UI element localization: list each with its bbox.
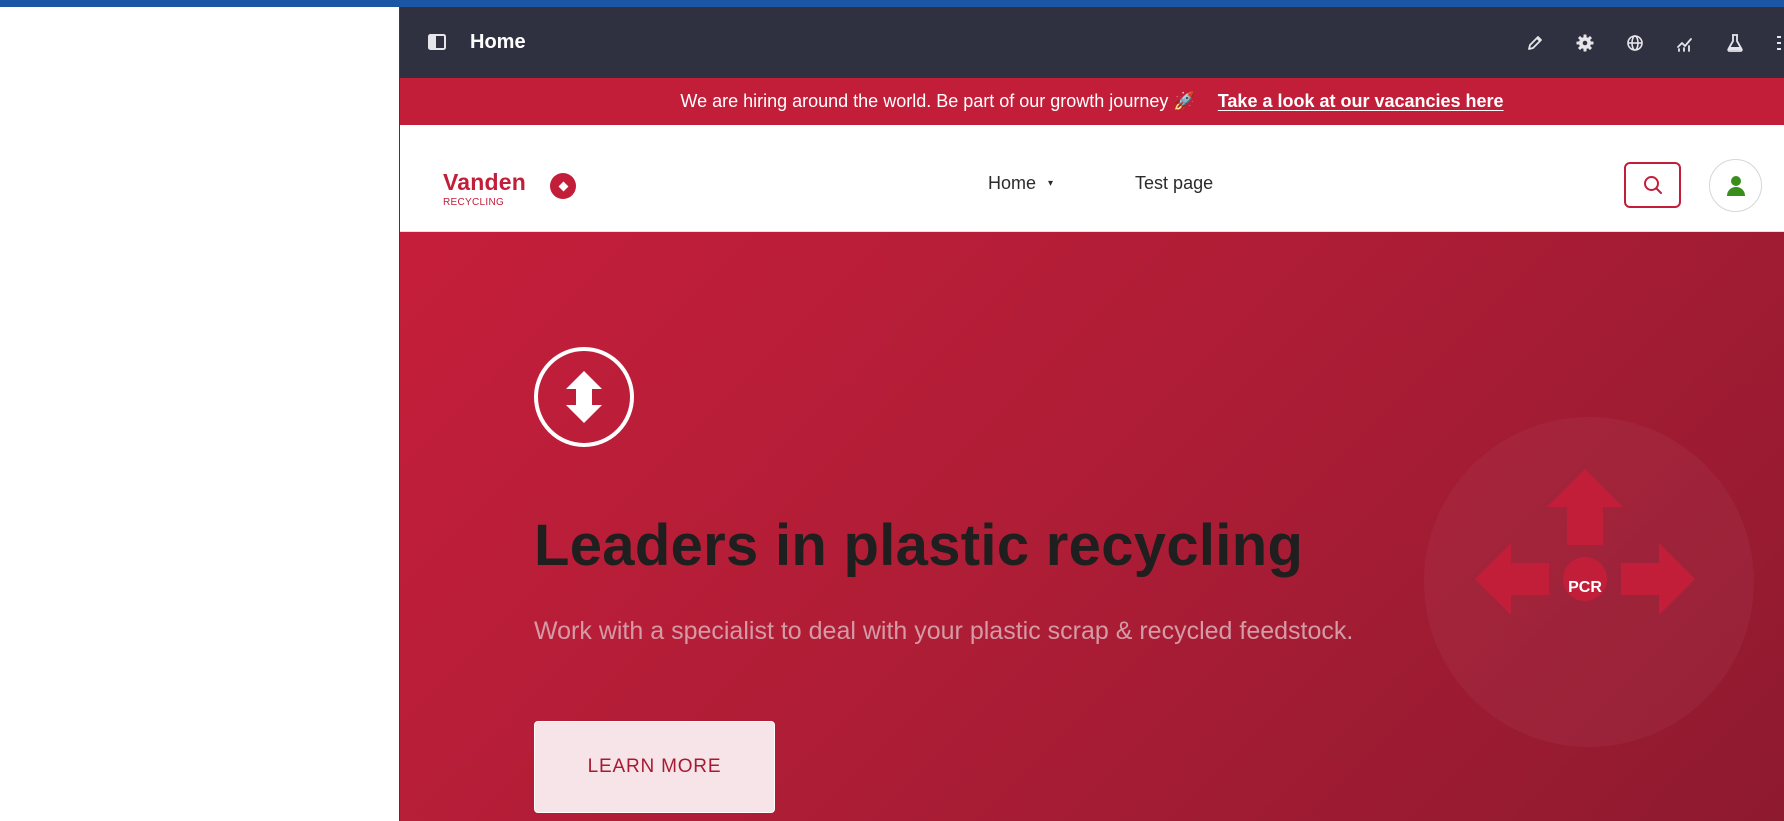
nav-item-home[interactable]: Home ▾	[988, 173, 1053, 194]
hero-subtitle: Work with a specialist to deal with your…	[534, 617, 1354, 645]
site-header: Vanden RECYCLING Home ▾ Test page	[400, 125, 1784, 232]
page-title: Home	[470, 31, 526, 53]
user-icon	[1726, 175, 1745, 196]
preview-app: Home We are hiring around the world. Be …	[400, 7, 1784, 821]
globe-icon[interactable]	[1624, 32, 1646, 54]
left-panel	[0, 7, 399, 821]
nav-item-test-page[interactable]: Test page	[1135, 173, 1213, 194]
window-top-strip	[0, 0, 1784, 7]
analytics-icon[interactable]	[1674, 32, 1696, 54]
nav-item-label: Test page	[1135, 173, 1214, 193]
pcr-arrows-icon	[1475, 469, 1695, 615]
learn-more-button[interactable]: LEARN MORE	[534, 721, 775, 813]
announcement-bar: We are hiring around the world. Be part …	[400, 78, 1784, 125]
gear-icon[interactable]	[1574, 32, 1596, 54]
more-icon[interactable]	[1774, 32, 1784, 54]
pencil-icon[interactable]	[1524, 32, 1546, 54]
announcement-text: We are hiring around the world. Be part …	[680, 91, 1196, 111]
logo-name: Vanden	[443, 169, 527, 195]
search-icon	[1643, 176, 1662, 194]
site-logo[interactable]: Vanden RECYCLING	[443, 169, 526, 208]
nav-item-label: Home	[988, 173, 1037, 193]
logo-mark-icon	[550, 173, 576, 199]
logo-subtitle: RECYCLING	[443, 197, 505, 208]
vacancies-link[interactable]: Take a look at our vacancies here	[1218, 91, 1504, 112]
main-nav: Home ▾ Test page	[988, 173, 1213, 194]
toolbar-actions	[1524, 7, 1784, 78]
hero-title: Leaders in plastic recycling	[534, 513, 1304, 578]
search-button[interactable]	[1624, 162, 1681, 208]
vertical-arrows-icon	[534, 347, 634, 447]
sidebar-toggle-icon[interactable]	[428, 34, 446, 50]
account-button[interactable]	[1709, 159, 1762, 212]
flask-icon[interactable]	[1724, 32, 1746, 54]
hero-section: Leaders in plastic recycling Work with a…	[400, 232, 1784, 821]
pcr-label: PCR	[1568, 579, 1602, 596]
caret-down-icon: ▾	[1048, 178, 1054, 189]
editor-toolbar: Home	[400, 7, 1784, 78]
